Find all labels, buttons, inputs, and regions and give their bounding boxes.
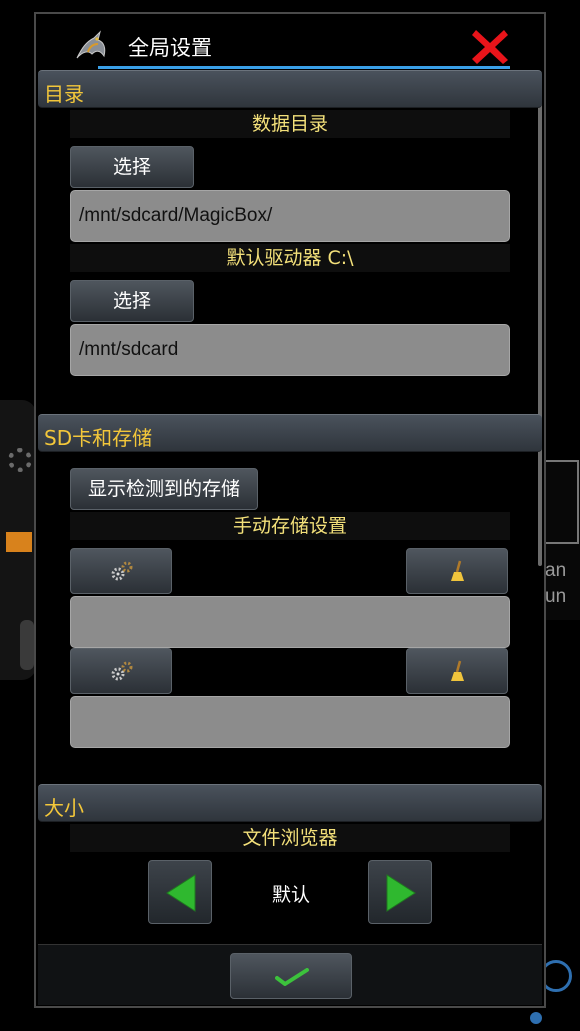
dialog-footer — [38, 944, 542, 1005]
storage-slot-2-field[interactable] — [70, 696, 510, 748]
background-dot-icon — [530, 1012, 542, 1024]
storage-slot-2-clear-button[interactable] — [406, 648, 508, 694]
section-header-storage: SD卡和存储 — [38, 414, 542, 452]
data-dir-field[interactable]: /mnt/sdcard/MagicBox/ — [70, 190, 510, 242]
section-header-directory: 目录 — [38, 70, 542, 108]
storage-slot-1-clear-button[interactable] — [406, 548, 508, 594]
dialog-title-bar: 全局设置 — [36, 14, 544, 70]
global-settings-dialog: 全局设置 目录 数据目录 选择 /mnt/sdcard/MagicBox/ 默认… — [34, 12, 546, 1008]
gears-icon — [111, 661, 133, 681]
arrow-left-icon — [166, 874, 196, 912]
drive-c-label: 默认驱动器 C:\ — [226, 247, 354, 269]
drive-c-subheader: 默认驱动器 C:\ — [70, 244, 510, 272]
storage-slot-2-config-button[interactable] — [70, 648, 172, 694]
background-figure-icon — [20, 620, 34, 670]
show-detected-storage-button[interactable]: 显示检测到的存储 — [70, 468, 258, 510]
section-title-storage: SD卡和存储 — [44, 426, 153, 450]
section-title-directory: 目录 — [44, 82, 84, 106]
background-gear-icon — [8, 448, 32, 472]
broom-icon — [451, 660, 464, 681]
data-dir-label: 数据目录 — [251, 113, 328, 135]
drive-c-select-button[interactable]: 选择 — [70, 280, 194, 322]
manual-storage-label: 手动存储设置 — [232, 515, 347, 537]
checkmark-icon — [275, 968, 309, 986]
size-prev-button[interactable] — [148, 860, 212, 924]
storage-slot-1-field[interactable] — [70, 596, 510, 648]
broom-icon — [451, 560, 464, 581]
file-browser-label: 文件浏览器 — [242, 827, 338, 849]
background-folder-icon — [6, 532, 32, 552]
data-dir-select-button[interactable]: 选择 — [70, 146, 194, 188]
background-text-1: an — [545, 560, 567, 581]
title-underline — [98, 66, 510, 69]
drive-c-field[interactable]: /mnt/sdcard — [70, 324, 510, 376]
section-header-size: 大小 — [38, 784, 542, 822]
section-title-size: 大小 — [44, 796, 84, 820]
background-card — [545, 460, 579, 544]
dragon-logo-icon — [76, 30, 106, 59]
confirm-button[interactable] — [230, 953, 352, 999]
close-x-icon[interactable] — [470, 26, 510, 66]
arrow-right-icon — [386, 874, 416, 912]
background-text-2: un — [545, 586, 567, 607]
size-next-button[interactable] — [368, 860, 432, 924]
dialog-title: 全局设置 — [128, 36, 212, 60]
storage-slot-1-config-button[interactable] — [70, 548, 172, 594]
gears-icon — [111, 561, 133, 581]
manual-storage-subheader: 手动存储设置 — [70, 512, 510, 540]
scrollbar-thumb[interactable] — [538, 76, 542, 566]
data-dir-subheader: 数据目录 — [70, 110, 510, 138]
file-browser-size-value: 默认 — [271, 884, 310, 906]
file-browser-subheader: 文件浏览器 — [70, 824, 510, 852]
